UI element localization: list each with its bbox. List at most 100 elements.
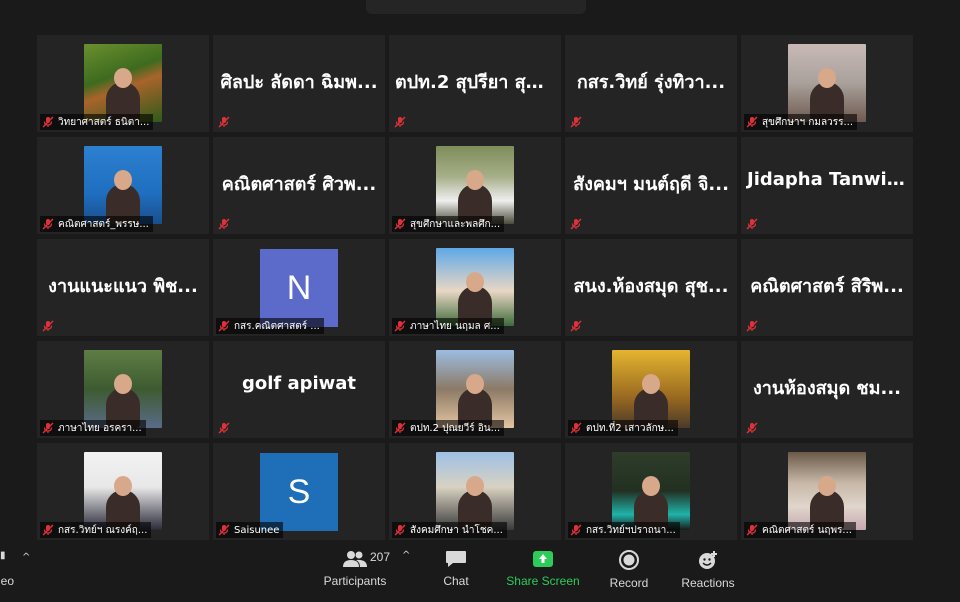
participants-count: 207 — [370, 550, 391, 564]
avatar-head — [114, 476, 132, 496]
participant-tile[interactable]: สังคมศึกษา นำโชค... — [389, 443, 561, 540]
participant-tile[interactable]: S Saisunee — [213, 443, 385, 540]
avatar-head — [466, 374, 484, 394]
participant-tile[interactable]: คณิตศาสตร์ ศิวพ... — [213, 137, 385, 234]
participant-name: สนง.ห้องสมุด สุช... — [573, 276, 729, 297]
reactions-label: Reactions — [681, 576, 735, 590]
muted-mic-icon — [218, 320, 230, 332]
participant-tile[interactable]: คณิตศาสตร์_พรรษ... — [37, 137, 209, 234]
muted-mic-icon — [394, 422, 406, 434]
participant-tile[interactable]: ตปท.ที่2 เสาวลักษ... — [565, 341, 737, 438]
participant-tile[interactable]: คณิตศาสตร์ สิริพ... — [741, 239, 913, 336]
participant-name: golf apiwat — [241, 373, 357, 394]
participant-tile[interactable]: ตปท.2 ปุณยวีร์ อิน... — [389, 341, 561, 438]
muted-mic-icon — [394, 218, 406, 230]
participant-tile[interactable]: วิทยาศาสตร์ ธนิตา... — [37, 35, 209, 132]
participant-name: คณิตศาสตร์ ศิวพ... — [221, 174, 377, 195]
participant-name: งานห้องสมุด ชม... — [752, 378, 902, 399]
participant-tile[interactable]: กสร.วิทย์ฯปราถนา... — [565, 443, 737, 540]
participant-avatar — [84, 452, 162, 530]
participant-tile[interactable]: กสร.วิทย์ รุ่งทิวา... — [565, 35, 737, 132]
participants-label: Participants — [323, 574, 387, 588]
share-screen-button[interactable]: Share Screen — [502, 550, 584, 588]
participant-label: กสร.วิทย์ฯ ณรงค์ฤ... — [40, 522, 152, 538]
muted-mic-icon — [42, 320, 54, 332]
participant-tile[interactable]: N กสร.คณิตศาสตร์ ... — [213, 239, 385, 336]
participant-tile[interactable]: คณิตศาสตร์ นฤพร... — [741, 443, 913, 540]
muted-mic-icon — [218, 524, 230, 536]
muted-mic-icon — [42, 218, 54, 230]
participant-tile[interactable]: งานห้องสมุด ชม... — [741, 341, 913, 438]
avatar-head — [114, 374, 132, 394]
top-handle — [366, 0, 586, 14]
participant-avatar — [612, 350, 690, 428]
participant-label-text: ภาษาไทย อรครา... — [58, 422, 142, 434]
video-label: deo — [0, 574, 15, 588]
video-chevron-icon[interactable]: ^ — [22, 552, 30, 563]
participant-label-text: สุขศึกษาและพลศึก... — [410, 218, 501, 230]
participant-tile[interactable]: สุขศึกษาและพลศึก... — [389, 137, 561, 234]
muted-mic-icon — [570, 116, 582, 128]
participant-tile[interactable]: ภาษาไทย นฤมล ศ... — [389, 239, 561, 336]
participant-label-text: ภาษาไทย นฤมล ศ... — [410, 320, 500, 332]
reactions-button[interactable]: Reactions — [678, 550, 738, 590]
share-screen-icon — [533, 551, 553, 567]
participant-avatar — [84, 146, 162, 224]
participant-label — [216, 114, 234, 130]
participant-name: Jidapha Tanwic... — [747, 169, 913, 190]
avatar-head — [642, 476, 660, 496]
participant-tile[interactable]: golf apiwat — [213, 341, 385, 438]
participant-label: วิทยาศาสตร์ ธนิตา... — [40, 114, 154, 130]
muted-mic-icon — [218, 116, 230, 128]
participant-label-text: คณิตศาสตร์ นฤพร... — [762, 524, 852, 536]
muted-mic-icon — [218, 218, 230, 230]
participant-avatar — [612, 452, 690, 530]
participant-label — [568, 216, 586, 232]
muted-mic-icon — [746, 116, 758, 128]
record-icon — [619, 550, 639, 570]
participant-tile[interactable]: สังคมฯ มนต์ฤดี จิ... — [565, 137, 737, 234]
record-button[interactable]: Record — [606, 550, 652, 590]
participant-label — [216, 420, 234, 436]
participant-tile[interactable]: กสร.วิทย์ฯ ณรงค์ฤ... — [37, 443, 209, 540]
muted-mic-icon — [746, 422, 758, 434]
participant-label — [568, 318, 586, 334]
muted-mic-icon — [746, 218, 758, 230]
participant-avatar — [436, 146, 514, 224]
participant-tile[interactable]: งานแนะแนว พิช... — [37, 239, 209, 336]
participant-label-text: ตปท.ที่2 เสาวลักษ... — [586, 422, 674, 434]
participant-label: กสร.วิทย์ฯปราถนา... — [568, 522, 680, 538]
muted-mic-icon — [42, 524, 54, 536]
participant-avatar — [84, 350, 162, 428]
participant-label: กสร.คณิตศาสตร์ ... — [216, 318, 324, 334]
chat-button[interactable]: Chat — [436, 550, 476, 588]
participant-label — [392, 114, 410, 130]
muted-mic-icon — [394, 320, 406, 332]
participant-tile[interactable]: ศิลปะ ลัดดา ฉิมพ... — [213, 35, 385, 132]
participant-label — [568, 114, 586, 130]
muted-mic-icon — [570, 320, 582, 332]
participant-avatar — [788, 44, 866, 122]
participant-label-text: สุขศึกษาฯ กมลวรร... — [762, 116, 854, 128]
participant-initial-avatar: N — [260, 249, 338, 327]
participant-tile[interactable]: สนง.ห้องสมุด สุช... — [565, 239, 737, 336]
participant-label: สังคมศึกษา นำโชค... — [392, 522, 507, 538]
muted-mic-icon — [746, 320, 758, 332]
participant-label: ตปท.2 ปุณยวีร์ อิน... — [392, 420, 505, 436]
video-button[interactable]: ▮ deo — [0, 550, 15, 588]
participant-label: สุขศึกษาและพลศึก... — [392, 216, 505, 232]
participant-tile[interactable]: ตปท.2 สุปรียา สุด... — [389, 35, 561, 132]
participant-tile[interactable]: สุขศึกษาฯ กมลวรร... — [741, 35, 913, 132]
avatar-head — [466, 476, 484, 496]
participant-tile[interactable]: Jidapha Tanwic... — [741, 137, 913, 234]
participant-label: Saisunee — [216, 522, 284, 538]
participant-label-text: กสร.วิทย์ฯ ณรงค์ฤ... — [58, 524, 148, 536]
avatar-head — [466, 272, 484, 292]
participant-label — [744, 420, 762, 436]
participant-label-text: วิทยาศาสตร์ ธนิตา... — [58, 116, 150, 128]
participant-tile[interactable]: ภาษาไทย อรครา... — [37, 341, 209, 438]
muted-mic-icon — [746, 524, 758, 536]
participant-avatar — [436, 452, 514, 530]
chevron-up-icon: ▮ — [0, 550, 6, 561]
participants-chevron-icon[interactable]: ^ — [402, 550, 410, 561]
